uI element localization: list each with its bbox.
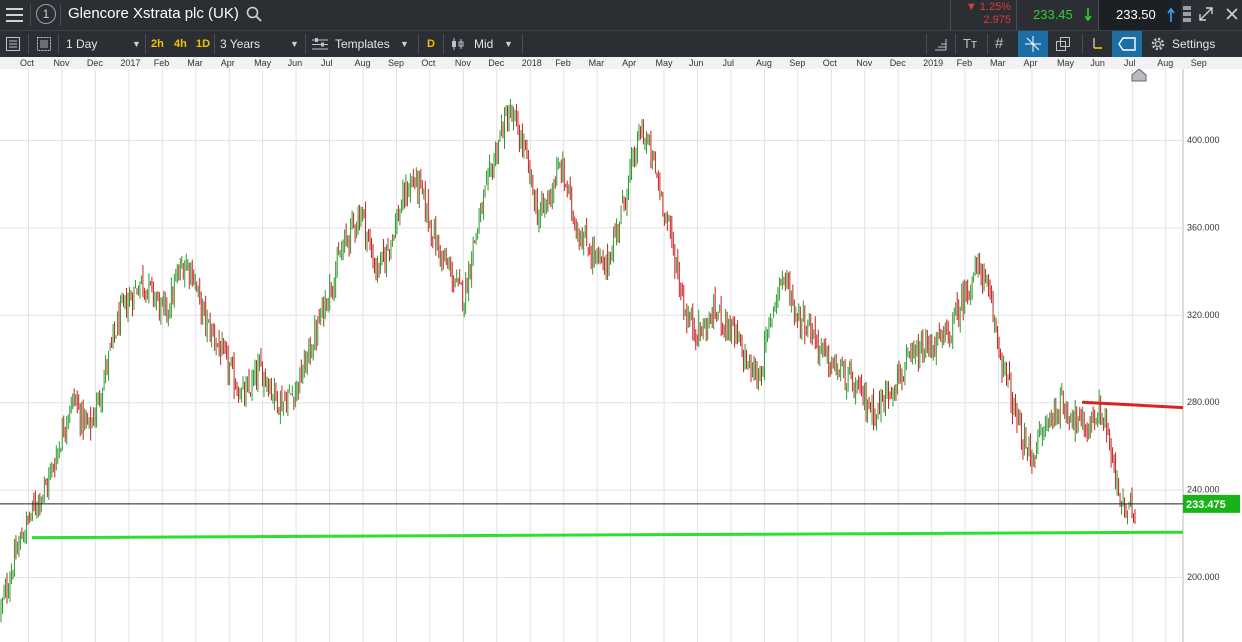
instrument-title[interactable]: Glencore Xstrata plc (UK) bbox=[68, 5, 239, 22]
month-label: Sep bbox=[789, 58, 806, 68]
month-label: Dec bbox=[86, 58, 103, 68]
copy-icon[interactable] bbox=[1056, 37, 1071, 51]
expand-icon[interactable] bbox=[1199, 7, 1213, 21]
month-label: Jul bbox=[1123, 58, 1136, 68]
change-block: ▼ 1.25% 2.975 bbox=[950, 0, 1017, 30]
month-label: Aug bbox=[354, 58, 371, 68]
month-label: Jul bbox=[321, 58, 333, 68]
hamburger-icon[interactable] bbox=[6, 8, 23, 26]
title-bar: 1 Glencore Xstrata plc (UK) ▼ 1.25% 2.97… bbox=[0, 0, 1242, 30]
month-label: Oct bbox=[822, 58, 837, 68]
month-label: Jun bbox=[1090, 58, 1105, 68]
price-chart[interactable]: 200.000 240.000 280.000 320.000 360.000 400.0… bbox=[0, 69, 1242, 642]
quick-2h-button[interactable]: 2h bbox=[151, 31, 164, 57]
month-label: Apr bbox=[622, 58, 637, 68]
buy-price-button[interactable]: 233.50 bbox=[1098, 0, 1181, 30]
month-label: Apr bbox=[220, 58, 235, 68]
month-label: Mar bbox=[990, 58, 1006, 68]
price-type-select[interactable]: Mid ▼ bbox=[474, 31, 520, 57]
bid-price: 233.45 bbox=[1033, 7, 1073, 22]
quick-4h-button[interactable]: 4h bbox=[174, 31, 187, 57]
y-tick-label: 360.000 bbox=[1187, 222, 1220, 232]
month-label: Mar bbox=[187, 58, 203, 68]
y-tick-label: 240.000 bbox=[1187, 485, 1220, 495]
text-icon[interactable]: Tт bbox=[963, 31, 977, 57]
crosshair-icon bbox=[1025, 36, 1041, 52]
month-label: Nov bbox=[454, 58, 471, 68]
month-label: 2019 bbox=[923, 58, 944, 68]
ask-price: 233.50 bbox=[1116, 7, 1156, 22]
quick-1d-button[interactable]: 1D bbox=[196, 31, 210, 57]
plot-area bbox=[0, 69, 1183, 642]
arrow-up-icon bbox=[1167, 7, 1175, 22]
month-label: Oct bbox=[421, 58, 436, 68]
month-label: Mar bbox=[588, 58, 605, 68]
list-icon[interactable] bbox=[6, 37, 20, 51]
month-label: Dec bbox=[889, 58, 906, 68]
current-price-label: 233.475 bbox=[1186, 499, 1226, 511]
change-percent: ▼ 1.25% bbox=[965, 1, 1011, 13]
y-tick-label: 320.000 bbox=[1187, 310, 1220, 320]
month-label: Jun bbox=[287, 58, 303, 68]
month-label: Jul bbox=[722, 58, 734, 68]
month-label: May bbox=[1056, 58, 1074, 68]
range-select[interactable]: 3 Years ▼ bbox=[220, 31, 304, 57]
chart-toolbar: 1 Day ▼ 2h 4h 1D 3 Years ▼ Templates ▼ D… bbox=[0, 30, 1242, 57]
y-tick-label: 280.000 bbox=[1187, 397, 1220, 407]
settings-button[interactable]: Settings bbox=[1172, 31, 1215, 57]
range-value: 3 Years bbox=[220, 37, 261, 51]
month-label: Oct bbox=[20, 58, 35, 68]
month-label: Sep bbox=[1190, 58, 1207, 68]
month-label: May bbox=[254, 58, 272, 68]
month-label: 2017 bbox=[120, 58, 141, 68]
arrow-down-icon bbox=[1085, 8, 1092, 22]
d-button[interactable]: D bbox=[427, 31, 435, 57]
crosshair-button[interactable] bbox=[1018, 31, 1048, 57]
hash-icon[interactable]: # bbox=[995, 31, 1003, 57]
search-icon[interactable] bbox=[246, 6, 262, 22]
divider bbox=[60, 4, 61, 26]
month-label: Jun bbox=[689, 58, 704, 68]
templates-icon bbox=[312, 38, 328, 50]
divider bbox=[30, 4, 31, 26]
month-label: Feb bbox=[555, 58, 571, 68]
interval-value: 1 Day bbox=[66, 37, 98, 51]
y-tick-label: 200.000 bbox=[1187, 572, 1220, 582]
info-icon[interactable]: 1 bbox=[36, 4, 56, 24]
templates-dropdown[interactable]: Templates ▼ bbox=[335, 31, 415, 57]
month-label: Sep bbox=[387, 58, 404, 68]
tag-button[interactable] bbox=[1112, 31, 1142, 57]
ruler-icon[interactable] bbox=[933, 37, 947, 51]
month-label: Nov bbox=[53, 58, 70, 68]
month-label: 2018 bbox=[521, 58, 542, 68]
month-label: Feb bbox=[956, 58, 973, 68]
change-absolute: 2.975 bbox=[983, 14, 1011, 26]
sell-price-button[interactable]: 233.45 bbox=[1016, 0, 1099, 30]
pin-icon[interactable] bbox=[1182, 6, 1192, 24]
month-label: Dec bbox=[488, 58, 505, 68]
layout-icon[interactable] bbox=[37, 37, 51, 51]
price-type-value: Mid bbox=[474, 37, 494, 51]
price-axis bbox=[1183, 69, 1242, 642]
month-label: Nov bbox=[856, 58, 873, 68]
interval-select[interactable]: 1 Day ▼ bbox=[66, 31, 144, 57]
gear-icon[interactable] bbox=[1150, 36, 1166, 52]
month-label: Aug bbox=[1157, 58, 1174, 68]
month-label: Apr bbox=[1023, 58, 1038, 68]
y-tick-label: 400.000 bbox=[1187, 135, 1220, 145]
candle-icon bbox=[452, 38, 464, 50]
month-label: May bbox=[655, 58, 673, 68]
tag-icon bbox=[1118, 37, 1136, 51]
templates-label: Templates bbox=[335, 37, 390, 51]
month-label: Feb bbox=[153, 58, 170, 68]
pointer-icon[interactable] bbox=[1090, 37, 1104, 51]
close-icon[interactable] bbox=[1226, 8, 1238, 20]
month-label: Aug bbox=[755, 58, 772, 68]
